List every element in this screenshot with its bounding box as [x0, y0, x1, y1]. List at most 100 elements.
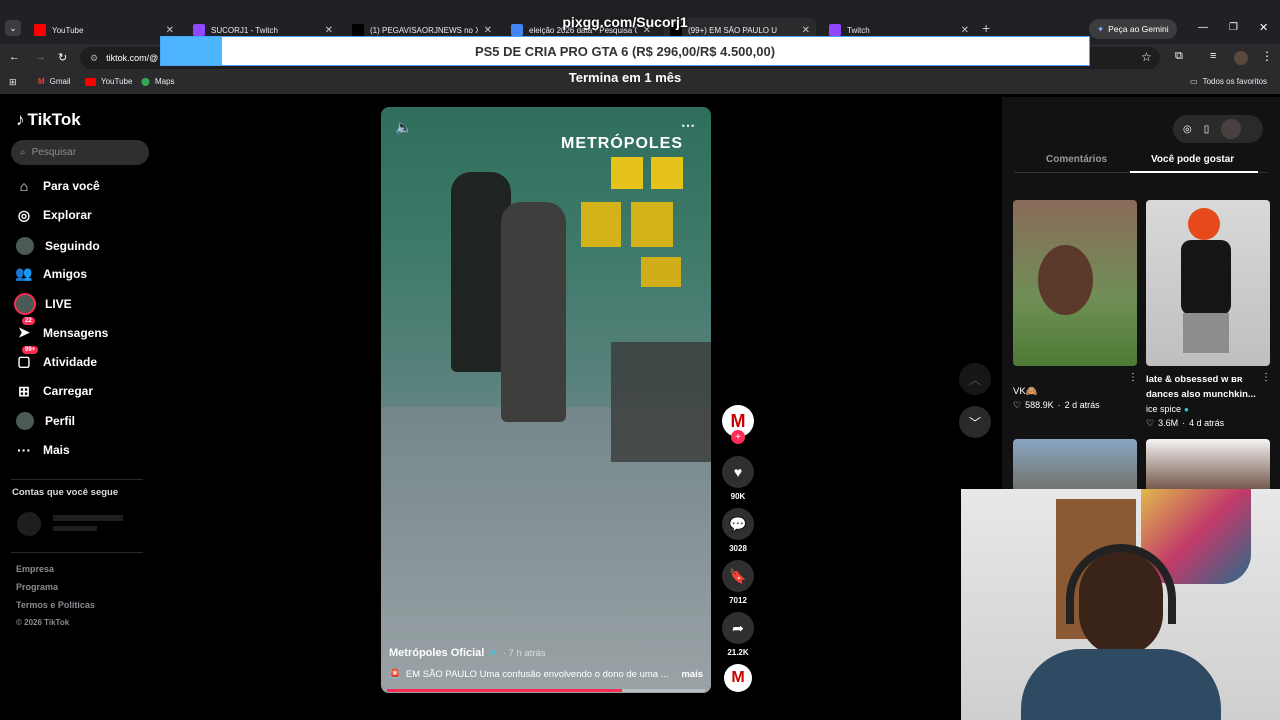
gemini-button[interactable]: ✦ Peça ao Gemini	[1089, 19, 1177, 39]
sidebar-item-label: Mais	[43, 442, 70, 457]
notification-badge: 22	[22, 316, 35, 325]
video-player[interactable]: 🔈 ⋯ METRÓPOLES Metrópoles Oficial ✔ · 7 …	[381, 107, 711, 693]
profile-avatar[interactable]	[1234, 51, 1248, 65]
sidebar-item-more[interactable]: ··· Mais	[16, 442, 70, 458]
tab-search-button[interactable]: ⌄	[5, 20, 21, 36]
video-author-row: Metrópoles Oficial ✔ · 7 h atrás	[389, 647, 546, 659]
like-count: 90K	[730, 492, 746, 501]
sidebar-item-label: Para você	[43, 179, 100, 193]
suggestion-author-row: ice spice ●	[1146, 404, 1189, 414]
suggestion-likes: 588.9K	[1025, 400, 1054, 410]
back-button[interactable]: ←	[9, 51, 20, 63]
footer-link[interactable]: Termos e Políticas	[16, 600, 95, 610]
search-input[interactable]: ⌕ Pesquisar	[11, 140, 149, 165]
apps-grid-icon[interactable]: ⊞	[9, 77, 17, 88]
footer-link[interactable]: Empresa	[16, 564, 54, 574]
footer-link[interactable]: Programa	[16, 582, 58, 592]
sidebar-item-avatar[interactable]: ● Seguindo	[16, 236, 100, 255]
comment-button[interactable]: 💬	[722, 508, 754, 540]
sidebar-item-upload[interactable]: ⊞ Carregar	[16, 383, 93, 399]
avatar-icon: ●	[16, 236, 34, 255]
music-disc-avatar[interactable]: M	[724, 664, 752, 692]
next-video-button[interactable]: ﹀	[959, 406, 991, 438]
share-button[interactable]: ➦	[722, 612, 754, 644]
device-icon[interactable]: ▯	[1204, 124, 1210, 135]
site-info-icon[interactable]: ⚙	[90, 53, 98, 64]
tab-close-icon[interactable]: ✕	[166, 25, 174, 36]
suggestion-thumbnail[interactable]	[1146, 200, 1270, 366]
alert-emoji-icon: 🚨	[389, 669, 401, 680]
restore-button[interactable]: ❐	[1229, 22, 1238, 33]
new-tab-button[interactable]: +	[982, 20, 990, 36]
suggestion-title[interactable]: late & obsessed w ʙʀ dances also munchki…	[1146, 372, 1262, 402]
bookmark-star-icon[interactable]: ☆	[1141, 50, 1152, 64]
suggestion-title[interactable]: VK🙈	[1013, 386, 1038, 397]
profile-icon: ●	[16, 412, 34, 431]
tab-comments[interactable]: Comentários	[1046, 154, 1107, 165]
suggestion-options-icon[interactable]: ⋮	[1128, 372, 1138, 383]
video-options-icon[interactable]: ⋯	[681, 117, 695, 134]
notification-badge: 99+	[22, 345, 39, 354]
comment-icon: 💬	[729, 515, 747, 532]
tab-close-icon[interactable]: ✕	[961, 25, 969, 36]
bookmark-maps[interactable]: ⬤ Maps	[141, 77, 175, 86]
share-count: 21.2K	[727, 648, 749, 657]
sidebar-item-live-avatar[interactable]: ● LIVE	[16, 295, 72, 314]
tab-close-icon[interactable]: ✕	[325, 25, 333, 36]
minimize-button[interactable]: —	[1198, 22, 1208, 33]
sidebar-item-friends[interactable]: 👥 Amigos	[15, 265, 87, 282]
webcam-person-shirt	[1021, 649, 1221, 720]
close-window-button[interactable]: ✕	[1259, 21, 1268, 34]
video-progress-track[interactable]	[387, 689, 705, 692]
sidebar-item-compass[interactable]: ◎ Explorar	[16, 207, 92, 223]
tab-title: SUCORJ1 - Twitch	[211, 25, 278, 35]
search-placeholder: Pesquisar	[31, 147, 77, 158]
video-scene-mats	[611, 342, 711, 462]
suggestion-thumbnail[interactable]	[1013, 200, 1137, 366]
verified-icon: ●	[1184, 404, 1189, 414]
extensions-icon[interactable]: ⧉	[1175, 50, 1183, 63]
panel-avatar[interactable]	[1221, 119, 1242, 139]
verified-icon: ✔	[489, 647, 498, 659]
sidebar-item-label: Atividade	[43, 354, 98, 369]
youtube-icon	[85, 77, 96, 86]
donation-goal-banner: PS5 DE CRIA PRO GTA 6 (R$ 296,00/R$ 4.50…	[160, 36, 1090, 66]
reload-button[interactable]: ↻	[58, 51, 67, 64]
sidebar-item-messages[interactable]: ➤ 22 Mensagens	[16, 316, 108, 341]
tab-close-icon[interactable]: ✕	[802, 25, 810, 36]
compass-small-icon[interactable]: ◎	[1183, 124, 1192, 135]
tab-title: (1) PEGAVISAORJNEWS no X: "	[370, 25, 478, 35]
video-author[interactable]: Metrópoles Oficial	[389, 647, 484, 659]
forward-button[interactable]: →	[35, 51, 46, 63]
volume-icon[interactable]: 🔈	[395, 119, 412, 136]
suggestion-author[interactable]: ice spice	[1146, 404, 1181, 414]
favorites-label: Todos os favoritos	[1202, 77, 1268, 86]
previous-video-button[interactable]: ︿	[959, 363, 991, 395]
sidebar-item-home[interactable]: ⌂ Para você	[16, 178, 100, 194]
bookmark-label: YouTube	[101, 77, 133, 86]
suggestion-options-icon[interactable]: ⋮	[1261, 372, 1271, 383]
caption-more-link[interactable]: mais	[681, 669, 703, 680]
panel-top-controls: ◎ ▯	[1173, 115, 1263, 143]
follow-plus-button[interactable]: +	[731, 430, 745, 444]
browser-tab[interactable]: YouTube ✕	[28, 18, 180, 42]
chrome-menu-icon[interactable]: ⋮	[1261, 49, 1273, 63]
save-button[interactable]: 🔖	[722, 560, 754, 592]
tiktok-logo[interactable]: ♪ TikTok	[16, 110, 81, 130]
tab-you-may-like[interactable]: Você pode gostar	[1151, 154, 1234, 165]
sidebar-item-activity[interactable]: ▢ 99+ Atividade	[16, 345, 98, 370]
sidebar-item-profile[interactable]: ● Perfil	[16, 412, 75, 431]
bookmark-youtube[interactable]: YouTube	[85, 77, 132, 86]
bookmark-gmail[interactable]: M Gmail	[38, 77, 71, 86]
media-control-icon[interactable]: ≡	[1210, 50, 1216, 62]
gmail-icon: M	[38, 77, 45, 86]
save-count: 7012	[729, 596, 747, 605]
live-avatar-icon: ●	[16, 295, 34, 314]
gemini-label: Peça ao Gemini	[1108, 24, 1169, 34]
thumb-shorts	[1183, 313, 1229, 353]
folder-icon: ▭	[1190, 77, 1198, 86]
tab-title: Twitch	[847, 25, 870, 35]
tab-close-icon[interactable]: ✕	[484, 25, 492, 36]
like-button[interactable]: ♥	[722, 456, 754, 488]
all-favorites[interactable]: ▭ Todos os favoritos	[1190, 77, 1267, 86]
